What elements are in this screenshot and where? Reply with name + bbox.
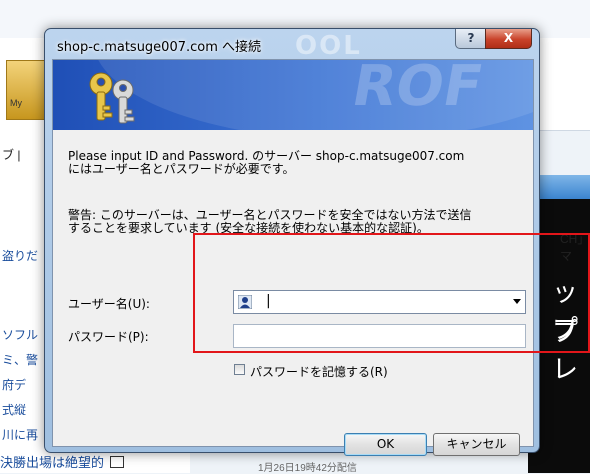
ok-button[interactable]: OK — [344, 433, 427, 456]
site-logo[interactable] — [6, 60, 48, 120]
left-column — [0, 130, 46, 473]
bottom-news-meta: 1月26日19時42分配信 — [258, 463, 357, 474]
dialog-header-band: ROF — [53, 60, 533, 130]
login-dialog: OOL shop-c.matsuge007.com へ接続 ? X ROF Pl… — [44, 28, 540, 456]
user-icon — [238, 295, 252, 309]
left-row[interactable]: 盗りだ — [2, 247, 38, 264]
left-row[interactable]: 川に再 — [2, 426, 38, 443]
password-input[interactable] — [233, 324, 526, 348]
left-row[interactable]: 府デ — [2, 376, 26, 393]
help-button[interactable]: ? — [455, 29, 487, 49]
password-label: パスワード(P): — [68, 330, 149, 344]
remember-password-label[interactable]: パスワードを記憶する(R) — [250, 363, 388, 380]
close-button[interactable]: X — [485, 29, 532, 49]
dialog-titlebar[interactable]: OOL shop-c.matsuge007.com へ接続 ? X — [45, 29, 539, 61]
titlebar-watermark: OOL — [295, 31, 362, 61]
security-warning: 警告: このサーバーは、ユーザー名とパスワードを安全ではない方法で送信 すること… — [68, 209, 528, 235]
keys-icon — [89, 72, 135, 124]
username-combobox[interactable]: | — [233, 290, 526, 314]
right-big-text: プレ — [552, 318, 579, 385]
checkbox-box[interactable] — [234, 364, 245, 375]
dialog-body: ROF Please input ID and Password. のサーバー … — [52, 59, 534, 456]
left-row[interactable]: 式縦 — [2, 401, 26, 418]
chevron-down-icon[interactable] — [513, 299, 521, 304]
auth-message: Please input ID and Password. のサーバー shop… — [68, 150, 528, 176]
bottom-news-link-text[interactable]: 決勝出場は絶望的 — [0, 455, 104, 470]
site-logo-tab: My — [10, 98, 22, 108]
bottom-news-link[interactable]: 決勝出場は絶望的 — [0, 452, 190, 473]
left-row[interactable]: ソフル — [2, 326, 38, 343]
left-row[interactable]: ミ、警 — [2, 351, 38, 368]
right-text: CH」マ — [560, 232, 590, 263]
text-caret: | — [266, 293, 271, 309]
banner-right-strip — [560, 38, 590, 130]
cancel-button[interactable]: キャンセル — [433, 433, 520, 456]
security-warning-line: することを要求しています (安全な接続を使わない基本的な認証)。 — [68, 221, 429, 235]
left-row: ブ | — [2, 148, 21, 162]
header-decoration: ROF — [347, 60, 488, 119]
auth-message-line: にはユーザー名とパスワードが必要です。 — [68, 162, 295, 176]
username-label: ユーザー名(U): — [68, 297, 150, 311]
camera-icon — [109, 456, 124, 468]
dialog-title: shop-c.matsuge007.com へ接続 — [57, 40, 262, 55]
